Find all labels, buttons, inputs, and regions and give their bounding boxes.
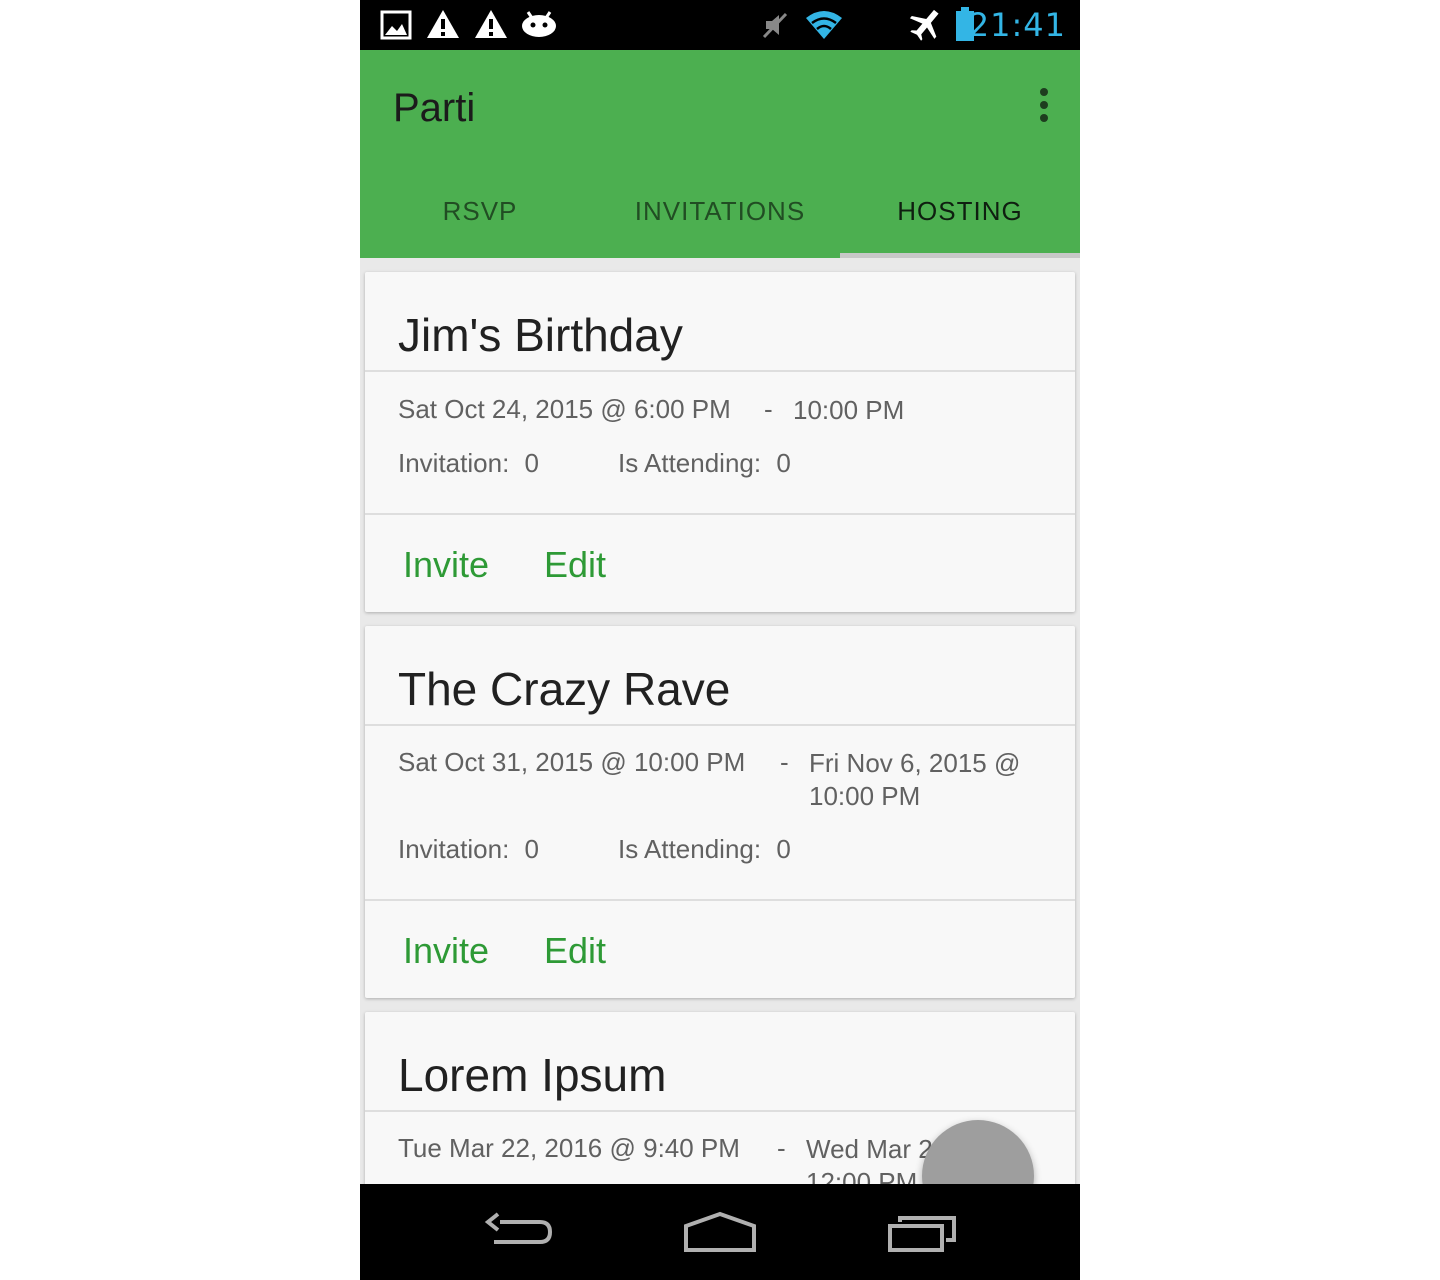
event-start: Sat Oct 24, 2015 @ 6:00 PM [398, 394, 731, 424]
date-separator: - [780, 747, 789, 777]
mute-icon [762, 12, 788, 39]
date-separator: - [777, 1133, 786, 1163]
app-bar: Parti RSVP INVITATIONS HOSTING [360, 50, 1080, 258]
airplane-icon [909, 9, 939, 41]
recents-icon[interactable] [886, 1208, 958, 1256]
phone-screen: 21:41 Parti RSVP INVITATIONS HOSTING Jim… [360, 0, 1080, 1280]
event-end: 10:00 PM [793, 395, 905, 425]
tab-invitations[interactable]: INVITATIONS [600, 180, 840, 258]
attending-label: Is Attending: [618, 834, 762, 864]
invitation-label: Invitation: [398, 448, 510, 478]
event-start: Sat Oct 31, 2015 @ 10:00 PM [398, 747, 746, 777]
event-list[interactable]: Jim's Birthday Sat Oct 24, 2015 @ 6:00 P… [360, 258, 1080, 1184]
tab-hosting[interactable]: HOSTING [840, 180, 1080, 258]
event-title: Jim's Birthday [398, 309, 683, 361]
title-divider [365, 1110, 1075, 1112]
attending-count: 0 [776, 448, 791, 478]
wifi-icon [806, 11, 842, 39]
tab-rsvp[interactable]: RSVP [360, 180, 600, 258]
title-divider [365, 724, 1075, 726]
actions-divider [365, 899, 1075, 901]
edit-button[interactable]: Edit [544, 544, 606, 586]
image-icon [380, 10, 412, 40]
app-title: Parti [393, 86, 476, 130]
invite-button[interactable]: Invite [403, 930, 489, 972]
event-stats: Invitation: 0 Is Attending: 0 [398, 834, 791, 865]
home-icon[interactable] [682, 1208, 758, 1256]
event-title: Lorem Ipsum [398, 1049, 667, 1101]
event-card[interactable]: Jim's Birthday Sat Oct 24, 2015 @ 6:00 P… [365, 272, 1075, 612]
navigation-bar [360, 1184, 1080, 1280]
warning-icon [475, 10, 507, 38]
android-debug-icon [522, 11, 556, 37]
tab-bar: RSVP INVITATIONS HOSTING [360, 180, 1080, 258]
title-divider [365, 370, 1075, 372]
edit-button[interactable]: Edit [544, 930, 606, 972]
invitation-count: 0 [524, 448, 539, 478]
event-stats: Invitation: 0 Is Attending: 0 [398, 448, 791, 479]
clock: 21:41 [968, 6, 1066, 44]
event-title: The Crazy Rave [398, 663, 731, 715]
warning-icon [427, 10, 459, 38]
event-start: Tue Mar 22, 2016 @ 9:40 PM [398, 1133, 740, 1163]
actions-divider [365, 513, 1075, 515]
attending-count: 0 [776, 834, 791, 864]
back-icon[interactable] [484, 1208, 556, 1256]
invitation-count: 0 [524, 834, 539, 864]
overflow-menu-icon[interactable] [1032, 88, 1056, 128]
date-separator: - [764, 394, 773, 424]
event-end: Fri Nov 6, 2015 @ 10:00 PM [809, 748, 1021, 811]
event-card[interactable]: The Crazy Rave Sat Oct 31, 2015 @ 10:00 … [365, 626, 1075, 998]
attending-label: Is Attending: [618, 448, 762, 478]
invitation-label: Invitation: [398, 834, 510, 864]
status-bar: 21:41 [360, 0, 1080, 50]
invite-button[interactable]: Invite [403, 544, 489, 586]
